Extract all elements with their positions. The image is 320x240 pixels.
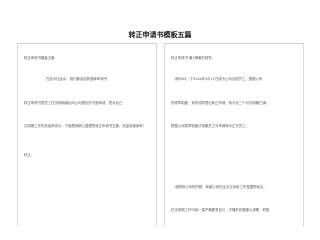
document-title: 转正申请书模板五篇 xyxy=(128,31,192,39)
left-page-line: 转正申请书是员工在试用期满后向公司提出的书面申请，是对自己 xyxy=(24,101,123,105)
right-page: 转正申请书 篇1尊敬的领导： 我叫XX，于20xx年3月11日成为公司试用员工，… xyxy=(164,43,304,226)
right-page-line: 的规章制度，现向领导提出转正申请，到今天三个月试用期已满。 xyxy=(171,101,270,105)
right-page-line: 在试用期工作中我一直严格要求自己，不懂的问题虚心请教，积极 xyxy=(171,208,270,212)
left-page-line: 转正。 xyxy=(24,153,35,157)
right-page-heading: 转正申请书 篇1尊敬的领导： xyxy=(171,56,215,60)
left-page: 转正申请书模板五篇 在如今社会中，我们都会用到各种申请书， 转正申请书是员工在试… xyxy=(17,43,157,226)
right-page-line: 我刚到公司的时候，就被公司的企业文化和工作氛围所吸引。 xyxy=(175,185,267,189)
left-page-line: 在如今社会中，我们都会用到各种申请书， xyxy=(46,77,111,81)
right-page-line: 根据公司规章制度试用期员工可申请转为正式员工。 xyxy=(171,124,249,128)
left-page-line: 试用期工作的总结和评价，下面是我精心整理的转正申请书五篇，欢迎阅读参考！ xyxy=(24,124,147,128)
left-page-heading: 转正申请书模板五篇 xyxy=(24,56,55,60)
right-page-line: 我叫XX，于20xx年3月11日成为公司试用员工，根据公司 xyxy=(175,77,263,81)
